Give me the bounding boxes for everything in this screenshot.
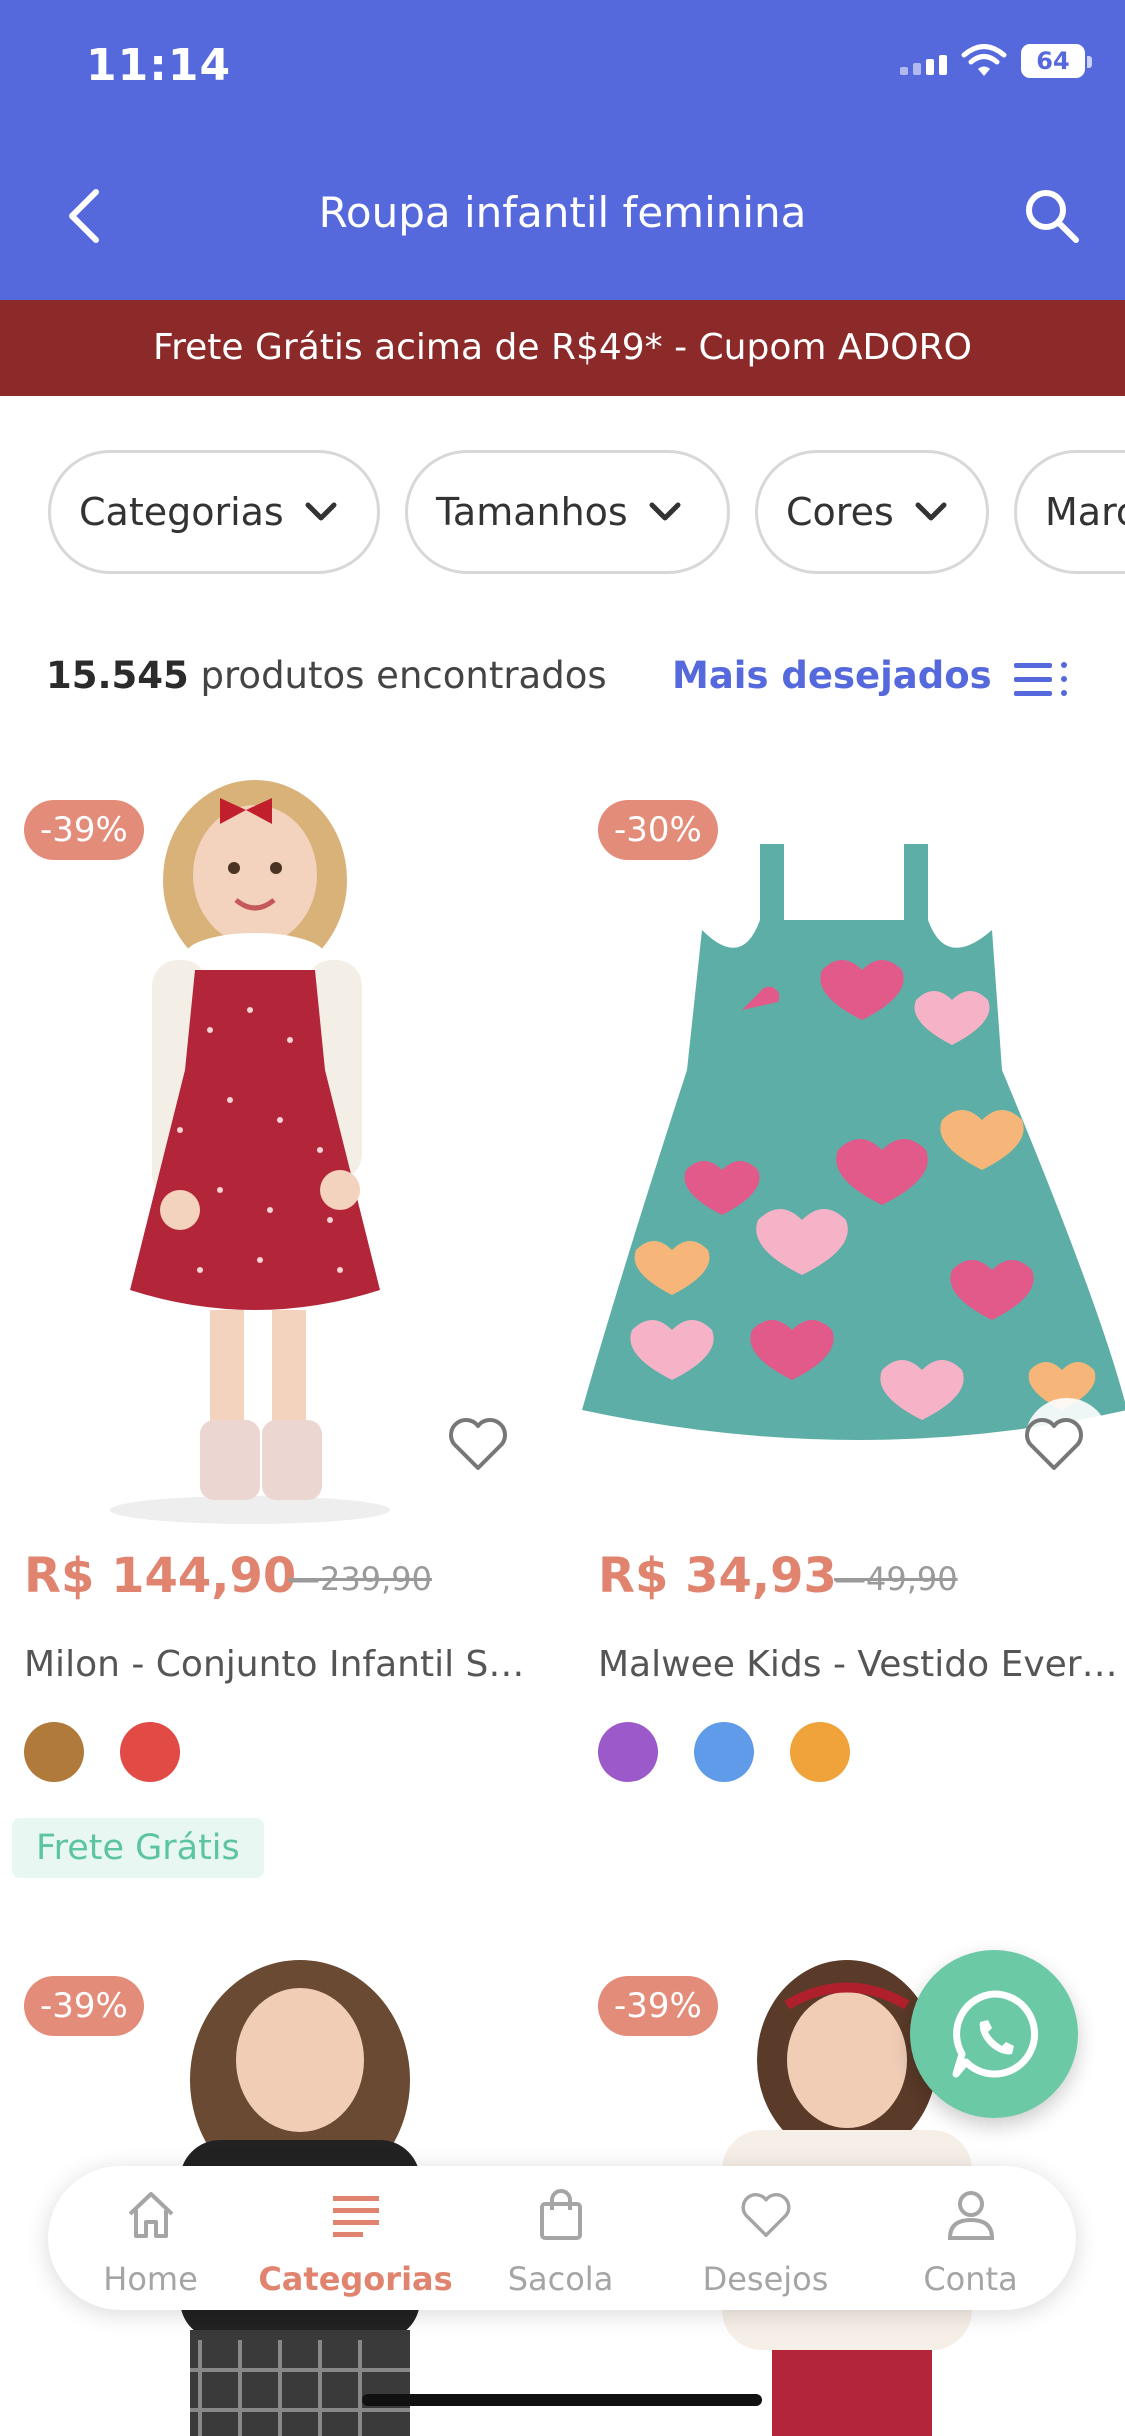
color-swatch[interactable] (694, 1722, 754, 1782)
filter-label: Marcas (1045, 490, 1125, 534)
chevron-down-icon (305, 502, 337, 521)
product-price: R$ 144,90 (24, 1548, 297, 1604)
battery-icon: 64 (1021, 44, 1092, 78)
results-number: 15.545 (46, 654, 189, 697)
old-price-value: 239,90 (320, 1560, 432, 1598)
whatsapp-button[interactable] (910, 1950, 1078, 2118)
nav-label: Categorias (258, 2260, 453, 2298)
color-swatch[interactable] (120, 1722, 180, 1782)
home-indicator (362, 2394, 762, 2406)
bag-icon (540, 2189, 582, 2240)
sort-selector[interactable]: Mais desejados (672, 654, 992, 697)
wifi-icon (961, 44, 1007, 76)
filter-cores[interactable]: Cores (755, 450, 989, 574)
color-swatch[interactable] (24, 1722, 84, 1782)
battery-level: 64 (1036, 47, 1070, 75)
status-icons: 64 (900, 44, 1092, 78)
product-price: R$ 34,93 (598, 1548, 837, 1604)
color-swatch[interactable] (790, 1722, 850, 1782)
discount-badge: -39% (598, 1976, 718, 2036)
free-shipping-tag: Frete Grátis (12, 1818, 264, 1878)
signal-icon (900, 47, 947, 75)
heart-icon (741, 2193, 791, 2237)
nav-label: Desejos (702, 2260, 829, 2298)
user-icon (947, 2191, 995, 2240)
nav-sacola[interactable]: Sacola (458, 2166, 663, 2310)
filter-label: Tamanhos (436, 490, 628, 534)
bottom-nav: Home Categorias Sacola Desejos Conta (48, 2166, 1076, 2310)
promo-banner[interactable]: Frete Grátis acima de R$49* - Cupom ADOR… (0, 300, 1125, 396)
search-icon[interactable] (1020, 184, 1084, 248)
chevron-down-icon (915, 502, 947, 521)
product-name[interactable]: Malwee Kids - Vestido Everyday (598, 1644, 1118, 1685)
nav-label: Sacola (507, 2260, 614, 2298)
filter-marcas[interactable]: Marcas (1014, 450, 1125, 574)
nav-label: Home (103, 2260, 198, 2298)
whatsapp-icon (952, 1990, 1039, 2078)
results-count: 15.545 produtos encontrados (46, 654, 607, 697)
discount-badge: -39% (24, 800, 144, 860)
sort-list-icon[interactable] (1012, 660, 1072, 700)
filter-label: Cores (786, 490, 894, 534)
discount-badge: -30% (598, 800, 718, 860)
product-name[interactable]: Milon - Conjunto Infantil Salopete (24, 1644, 544, 1685)
page-title: Roupa infantil feminina (318, 188, 807, 237)
filter-tamanhos[interactable]: Tamanhos (405, 450, 730, 574)
product-old-price: —49,90 (834, 1560, 958, 1598)
nav-conta[interactable]: Conta (868, 2166, 1073, 2310)
old-price-value: 49,90 (866, 1560, 958, 1598)
list-icon (333, 2196, 379, 2237)
results-label: produtos encontrados (188, 654, 607, 697)
home-icon (128, 2192, 174, 2238)
nav-home[interactable]: Home (48, 2166, 253, 2310)
color-swatch[interactable] (598, 1722, 658, 1782)
product-old-price: —239,90 (288, 1560, 432, 1598)
chevron-down-icon (649, 502, 681, 521)
nav-desejos[interactable]: Desejos (663, 2166, 868, 2310)
filter-categorias[interactable]: Categorias (48, 450, 380, 574)
nav-categorias[interactable]: Categorias (253, 2166, 458, 2310)
heart-icon[interactable] (446, 1414, 510, 1474)
filter-label: Categorias (79, 490, 284, 534)
status-time: 11:14 (86, 40, 232, 91)
back-arrow-icon[interactable] (60, 184, 110, 248)
nav-label: Conta (923, 2260, 1018, 2298)
heart-icon[interactable] (1022, 1414, 1086, 1474)
discount-badge: -39% (24, 1976, 144, 2036)
